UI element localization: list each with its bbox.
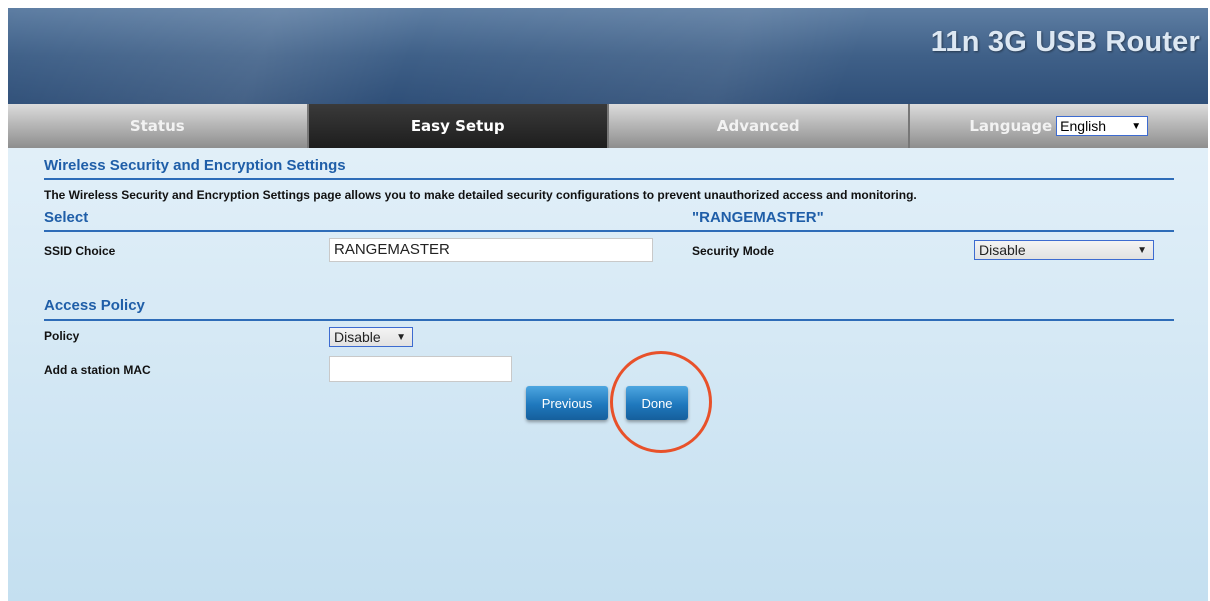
access-policy-title: Access Policy	[44, 297, 145, 314]
page-description: The Wireless Security and Encryption Set…	[44, 188, 917, 202]
policy-value: Disable	[334, 329, 381, 345]
security-mode-label: Security Mode	[692, 244, 775, 258]
policy-label: Policy	[44, 329, 80, 343]
router-page: 11n 3G USB Router Status Easy Setup Adva…	[8, 8, 1208, 601]
ssid-choice-input[interactable]: RANGEMASTER	[329, 238, 653, 262]
divider	[44, 230, 1174, 232]
chevron-down-icon: ▼	[396, 331, 406, 343]
main-nav-tabs: Status Easy Setup Advanced Language Engl…	[8, 104, 1208, 148]
previous-button[interactable]: Previous	[526, 386, 608, 420]
language-select-value: English	[1060, 118, 1107, 134]
security-mode-select[interactable]: Disable ▼	[974, 240, 1154, 260]
divider	[44, 178, 1174, 180]
ssid-choice-label: SSID Choice	[44, 244, 116, 258]
language-select[interactable]: English ▼	[1056, 116, 1149, 136]
tab-advanced[interactable]: Advanced	[609, 104, 910, 148]
language-label: Language	[969, 117, 1053, 135]
tab-easy-setup[interactable]: Easy Setup	[308, 104, 609, 148]
ssid-heading: "RANGEMASTER"	[692, 209, 824, 226]
tab-easy-setup-label: Easy Setup	[410, 117, 505, 135]
chevron-down-icon: ▼	[1131, 120, 1142, 132]
page-title: Wireless Security and Encryption Setting…	[44, 157, 346, 174]
chevron-down-icon: ▼	[1137, 244, 1147, 256]
add-mac-label: Add a station MAC	[44, 363, 151, 377]
security-mode-value: Disable	[979, 242, 1026, 258]
header-banner: 11n 3G USB Router	[8, 8, 1208, 104]
language-tab: Language English ▼	[909, 104, 1208, 148]
tab-status[interactable]: Status	[8, 104, 309, 148]
policy-select[interactable]: Disable ▼	[329, 327, 413, 347]
highlight-annotation-circle	[610, 351, 712, 453]
tab-advanced-label: Advanced	[716, 117, 800, 135]
divider	[44, 319, 1174, 321]
router-title: 11n 3G USB Router	[930, 26, 1200, 58]
select-section-title: Select	[44, 209, 89, 226]
add-mac-input[interactable]	[329, 356, 512, 382]
tab-status-label: Status	[129, 117, 185, 135]
